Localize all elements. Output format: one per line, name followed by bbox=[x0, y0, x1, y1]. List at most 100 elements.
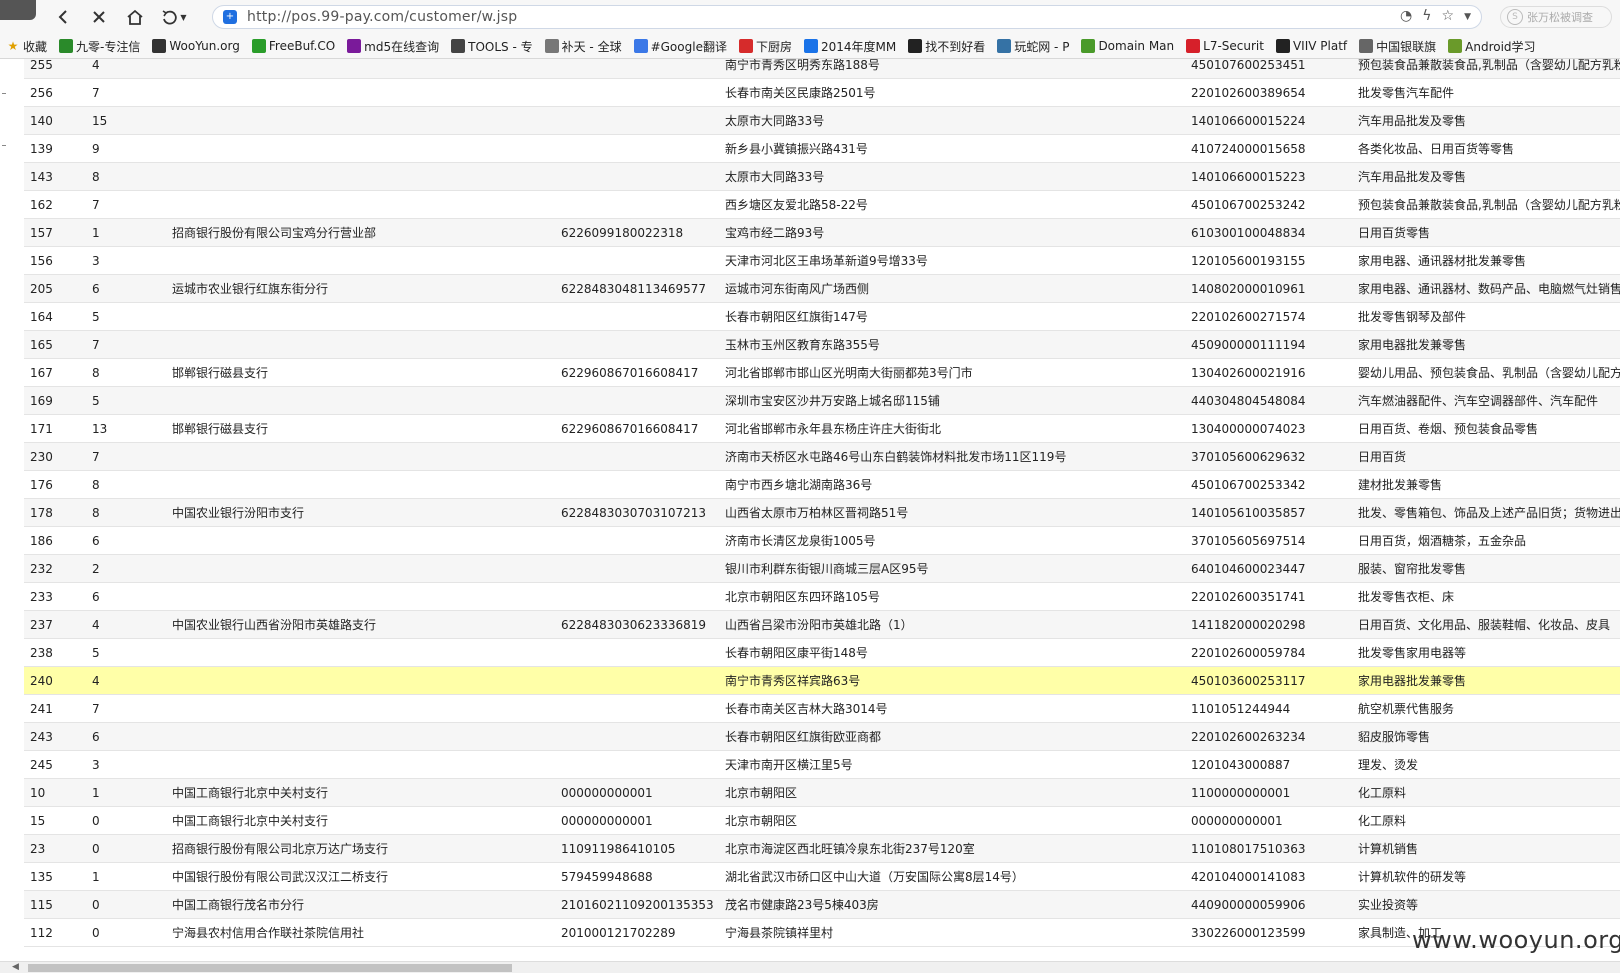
table-row[interactable]: 230 7 济南市天桥区水屯路46号山东白鹤装饰材料批发市场11区119号 37010… bbox=[24, 442, 1620, 471]
bookmark-item[interactable]: VIIV Platf bbox=[1270, 35, 1353, 57]
cell-id: 112 bbox=[24, 918, 86, 947]
url-text[interactable]: http://pos.99-pay.com/customer/w.jsp bbox=[247, 9, 517, 25]
cell-business-scope: 化工原料 bbox=[1352, 778, 1620, 807]
table-row[interactable]: 186 6 济南市长清区龙泉街1005号 370105605697514 日用百货，烟酒… bbox=[24, 526, 1620, 555]
bookmark-item[interactable]: 2014年度MM bbox=[798, 35, 902, 57]
bookmark-item[interactable]: 玩蛇网 - P bbox=[991, 35, 1075, 57]
table-row[interactable]: 205 6 运城市农业银行红旗东街分行 6228483048113469577 运城市河… bbox=[24, 274, 1620, 303]
table-row[interactable]: 139 9 新乡县小冀镇振兴路431号 410724000015658 各类化妆品、日用… bbox=[24, 134, 1620, 163]
back-button[interactable] bbox=[48, 4, 78, 30]
cell-count: 0 bbox=[86, 890, 166, 919]
scroll-left-icon[interactable]: ◀ bbox=[12, 962, 19, 972]
cell-bank-name: 邯郸银行磁县支行 bbox=[166, 414, 555, 443]
cell-account-number bbox=[555, 750, 719, 779]
table-row[interactable]: 115 0 中国工商银行茂名市分行 21016021109200135353 茂名市健康… bbox=[24, 890, 1620, 919]
bookmark-item[interactable]: 找不到好看 bbox=[902, 35, 991, 57]
window-corner-tab[interactable] bbox=[0, 0, 36, 20]
cell-license-number: 450107600253451 bbox=[1185, 59, 1352, 79]
bookmark-item[interactable]: WooYun.org bbox=[146, 35, 246, 57]
table-row[interactable]: 237 4 中国农业银行山西省汾阳市英雄路支行 6228483030623336819… bbox=[24, 610, 1620, 639]
table-row[interactable]: 162 7 西乡塘区友爱北路58-22号 450106700253242 预包装食品兼散… bbox=[24, 190, 1620, 219]
table-row[interactable]: 255 4 南宁市青秀区明秀东路188号 450107600253451 预包装食品兼散… bbox=[24, 59, 1620, 79]
table-row[interactable]: 135 1 中国银行股份有限公司武汉汉江二桥支行 579459948688 湖北省武汉市… bbox=[24, 862, 1620, 891]
dropdown-icon[interactable]: ▼ bbox=[1464, 8, 1471, 26]
table-row[interactable]: 245 3 天津市南开区横江里5号 120104300088​7 理发、烫发 bbox=[24, 750, 1620, 779]
bookmark-item[interactable]: FreeBuf.CO bbox=[246, 35, 341, 57]
bookmark-item[interactable]: Android学习 bbox=[1442, 35, 1541, 57]
table-row[interactable]: 15 0 中国工商银行北京中关村支行 000000000001 北京市朝阳区 000000… bbox=[24, 806, 1620, 835]
cell-address: 湖北省武汉市硚口区中山大道（万安国际公寓8层14号） bbox=[719, 862, 1185, 891]
stop-button[interactable] bbox=[84, 4, 114, 30]
play-icon bbox=[803, 39, 818, 53]
cell-address: 银川市利群东街银川商城三层A区95号 bbox=[719, 554, 1185, 583]
cell-business-scope: 婴幼儿用品、预包装食品、乳制品（含婴幼儿配方乳粉） bbox=[1352, 358, 1620, 387]
table-row[interactable]: 143 8 太原市大同路33号 140106600015223 汽车用品批发及零售 bbox=[24, 162, 1620, 191]
speed-gauge-icon[interactable]: ◔ bbox=[1400, 8, 1412, 26]
cell-id: 243 bbox=[24, 722, 86, 751]
address-bar[interactable]: + http://pos.99-pay.com/customer/w.jsp ◔… bbox=[212, 5, 1482, 29]
bookmark-item[interactable]: TOOLS - 专 bbox=[445, 35, 538, 57]
bookmark-item[interactable]: ★ 收藏 bbox=[0, 35, 53, 57]
bookmark-item[interactable]: 九零-专注信 bbox=[53, 35, 146, 57]
table-row[interactable]: 156 3 天津市河北区王串场革新道9号增33号 120105600193155 家用电… bbox=[24, 246, 1620, 275]
bookmark-item[interactable]: #Google翻译 bbox=[628, 35, 733, 57]
table-row[interactable]: 241 7 长春市南关区吉林大路3014号 110105124494​4 航空机票代售服… bbox=[24, 694, 1620, 723]
table-row[interactable]: 167 8 邯郸银行磁县支行 622960867016608417 河北省邯郸市邯山区光… bbox=[24, 358, 1620, 387]
table-row[interactable]: 238 5 长春市朝阳区康平街148号 220102600059784 批发零售家用电器… bbox=[24, 638, 1620, 667]
cell-business-scope: 家用电器批发兼零售 bbox=[1352, 330, 1620, 359]
table-row[interactable]: 240 4 南宁市青秀区祥宾路63号 450103600253117 家用电器批发兼零售 bbox=[24, 666, 1620, 695]
cell-id: 178 bbox=[24, 498, 86, 527]
cell-count: 8 bbox=[86, 358, 166, 387]
cell-account-number bbox=[555, 442, 719, 471]
bookmark-item[interactable]: 下厨房 bbox=[733, 35, 798, 57]
table-row[interactable]: 169 5 深圳市宝安区沙井万安路上城名邸115铺 440304804548084 汽车… bbox=[24, 386, 1620, 415]
cell-business-scope: 实业投资等 bbox=[1352, 890, 1620, 919]
cell-bank-name: 招商银行股份有限公司北京万达广场支行 bbox=[166, 834, 555, 863]
cell-address: 山西省吕梁市汾阳市英雄北路（1） bbox=[719, 610, 1185, 639]
cell-business-scope: 预包装食品兼散装食品,乳制品（含婴幼儿配方乳粉） bbox=[1352, 190, 1620, 219]
table-row[interactable]: 233 6 北京市朝阳区东四环路105号 220102600351741 批发零售衣柜、… bbox=[24, 582, 1620, 611]
cell-account-number bbox=[555, 722, 719, 751]
table-row[interactable]: 140 15 太原市大同路33号 140106600015224 汽车用品批发及零售 bbox=[24, 106, 1620, 135]
bookmark-item[interactable]: 中国银联旗 bbox=[1353, 35, 1442, 57]
bookmark-star-icon[interactable]: ☆ bbox=[1442, 8, 1455, 26]
cell-count: 5 bbox=[86, 638, 166, 667]
bookmark-label: 收藏 bbox=[23, 39, 48, 54]
user-account-button[interactable]: S 张万松被调查 bbox=[1500, 6, 1612, 28]
horizontal-scrollbar[interactable]: ◀ bbox=[0, 961, 1620, 973]
cell-license-number: 110108017510363 bbox=[1185, 834, 1352, 863]
bookmark-label: 找不到好看 bbox=[925, 39, 986, 54]
table-row[interactable]: 164 5 长春市朝阳区红旗街147号 220102600271574 批发零售钢琴及部… bbox=[24, 302, 1620, 331]
cell-count: 0 bbox=[86, 834, 166, 863]
tools-icon bbox=[451, 39, 466, 53]
home-button[interactable] bbox=[120, 4, 150, 30]
table-row[interactable]: 243 6 长春市朝阳区红旗街欧亚商都 220102600263234 貂皮服饰零售 bbox=[24, 722, 1620, 751]
cell-bank-name bbox=[166, 526, 555, 555]
table-row[interactable]: 176 8 南宁市西乡塘北湖南路36号 450106700253342 建材批发兼零售 bbox=[24, 470, 1620, 499]
cell-bank-name bbox=[166, 582, 555, 611]
bookmark-item[interactable]: Domain Man bbox=[1075, 35, 1180, 57]
undo-close-tab-button[interactable]: ▼ bbox=[156, 4, 192, 30]
table-row[interactable]: 178 8 中国农业银行汾阳市支行 6228483030703107213 山西省太原市… bbox=[24, 498, 1620, 527]
bookmark-item[interactable]: L7-Securit bbox=[1180, 35, 1270, 57]
table-row[interactable]: 10 1 中国工商银行北京中关村支行 000000000001 北京市朝阳区 110000… bbox=[24, 778, 1620, 807]
cell-address: 北京市海淀区西北旺镇冷泉东北街237号120室 bbox=[719, 834, 1185, 863]
bookmark-item[interactable]: 补天 - 全球 bbox=[539, 35, 628, 57]
cell-address: 玉林市玉州区教育东路355号 bbox=[719, 330, 1185, 359]
cell-count: 6 bbox=[86, 526, 166, 555]
table-row[interactable]: 232 2 银川市利群东街银川商城三层A区95号 640104600023447 服装、… bbox=[24, 554, 1620, 583]
cell-count: 5 bbox=[86, 302, 166, 331]
kitchen-icon bbox=[738, 39, 753, 53]
table-row[interactable]: 157 1 招商银行股份有限公司宝鸡分行营业部 6226099180022318 宝鸡市… bbox=[24, 218, 1620, 247]
cell-id: 256 bbox=[24, 78, 86, 107]
cell-count: 8 bbox=[86, 162, 166, 191]
table-row[interactable]: 165 7 玉林市玉州区教育东路355号 450900000111194 家用电器批发兼… bbox=[24, 330, 1620, 359]
table-row[interactable]: 256 7 长春市南关区民康路2501号 220102600389654 批发零售汽车配… bbox=[24, 78, 1620, 107]
table-row[interactable]: 23 0 招商银行股份有限公司北京万达广场支行 110911986410105 北京市海… bbox=[24, 834, 1620, 863]
cell-count: 3 bbox=[86, 750, 166, 779]
table-row[interactable]: 171 13 邯郸银行磁县支行 622960867016608417 河北省邯郸市永年县… bbox=[24, 414, 1620, 443]
bookmark-item[interactable]: md5在线查询 bbox=[341, 35, 445, 57]
scrollbar-thumb[interactable] bbox=[28, 964, 512, 972]
table-row[interactable]: 112 0 宁海县农村信用合作联社茶院信用社 201000121702289 宁海县茶院… bbox=[24, 918, 1620, 947]
lightning-icon[interactable]: ϟ bbox=[1422, 8, 1431, 26]
